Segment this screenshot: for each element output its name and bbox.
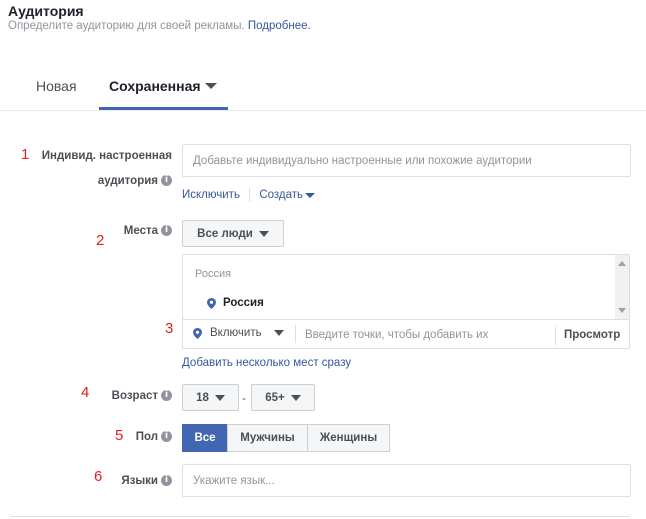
info-icon[interactable]: i: [161, 431, 172, 443]
annotation-3: 3: [165, 320, 174, 337]
include-dropdown[interactable]: Включить: [193, 327, 284, 339]
age-min-dropdown[interactable]: 18: [182, 384, 239, 411]
info-icon[interactable]: i: [161, 475, 172, 487]
custom-audience-label-line2: аудитория i: [36, 175, 172, 187]
scroll-up-icon[interactable]: [618, 261, 626, 266]
create-link[interactable]: Создать: [259, 189, 316, 202]
age-separator: -: [242, 391, 246, 405]
gender-label: Пол i: [100, 431, 172, 443]
location-pin-icon: [193, 327, 202, 339]
gender-option-all[interactable]: Все: [182, 424, 228, 452]
tab-saved[interactable]: Сохраненная: [109, 78, 217, 94]
custom-audience-label-line1: Индивид. настроенная: [41, 150, 172, 162]
gender-option-female[interactable]: Женщины: [307, 424, 390, 452]
gender-label-text: Пол: [135, 431, 158, 443]
browse-divider: [555, 327, 556, 345]
scroll-down-icon[interactable]: [618, 308, 626, 313]
chevron-down-icon: [258, 230, 269, 237]
age-max-value: 65+: [265, 391, 285, 404]
locations-label: Места i: [100, 225, 172, 237]
locations-label-text: Места: [123, 225, 158, 237]
subtitle-text: Определите аудиторию для своей рекламы.: [8, 20, 245, 32]
chevron-down-icon: [305, 192, 316, 198]
gender-option-male[interactable]: Мужчины: [227, 424, 308, 452]
annotation-1: 1: [21, 146, 30, 163]
locations-list: Россия Россия: [183, 255, 629, 320]
browse-button[interactable]: Просмотр: [564, 329, 620, 341]
locations-group-header: Россия: [195, 268, 232, 280]
tab-new[interactable]: Новая: [36, 78, 77, 94]
age-label-text: Возраст: [111, 390, 158, 402]
languages-label: Языки i: [100, 475, 172, 487]
include-dropdown-label: Включить: [210, 327, 262, 339]
section-title: Аудитория: [8, 3, 84, 19]
age-min-value: 18: [196, 391, 209, 404]
location-search-placeholder: Введите точки, чтобы добавить их: [305, 329, 489, 341]
age-max-dropdown[interactable]: 65+: [251, 384, 315, 411]
selected-location-item[interactable]: Россия: [207, 297, 264, 309]
location-search-input[interactable]: Введите точки, чтобы добавить их: [305, 329, 488, 341]
people-type-dropdown[interactable]: Все люди: [182, 220, 284, 247]
age-label: Возраст i: [90, 390, 172, 402]
learn-more-link[interactable]: Подробнее.: [248, 20, 311, 32]
custom-audience-placeholder: Добавьте индивидуально настроенные или п…: [193, 154, 532, 167]
location-pin-icon: [207, 297, 216, 309]
tabs-divider: [0, 110, 646, 111]
selected-location-label: Россия: [223, 297, 264, 309]
include-divider: [295, 325, 296, 343]
create-link-label: Создать: [259, 189, 304, 202]
chevron-down-icon: [214, 394, 225, 401]
languages-label-text: Языки: [121, 475, 158, 487]
languages-input[interactable]: Укажите язык...: [182, 464, 631, 497]
chevron-down-icon: [204, 82, 217, 89]
custom-audience-actions: Исключить Создать: [182, 188, 316, 202]
tab-saved-label: Сохраненная: [109, 78, 201, 94]
add-bulk-locations-link[interactable]: Добавить несколько мест сразу: [182, 357, 351, 369]
locations-box: Россия Россия Включить Введите точки, чт…: [182, 254, 630, 349]
info-icon[interactable]: i: [161, 225, 172, 237]
locations-scrollbar[interactable]: [615, 255, 629, 319]
info-icon[interactable]: i: [161, 390, 172, 402]
exclude-link[interactable]: Исключить: [182, 189, 240, 201]
custom-audience-label-text: аудитория: [97, 175, 158, 187]
annotation-4: 4: [81, 384, 90, 401]
custom-audience-input[interactable]: Добавьте индивидуально настроенные или п…: [182, 144, 631, 177]
info-icon[interactable]: i: [161, 175, 172, 187]
section-divider: [10, 516, 630, 517]
section-subtitle: Определите аудиторию для своей рекламы. …: [8, 20, 311, 32]
chevron-down-icon: [290, 394, 301, 401]
link-divider: [249, 188, 251, 202]
people-type-label: Все люди: [197, 227, 253, 240]
languages-placeholder: Укажите язык...: [193, 474, 275, 487]
chevron-down-icon: [273, 330, 284, 336]
